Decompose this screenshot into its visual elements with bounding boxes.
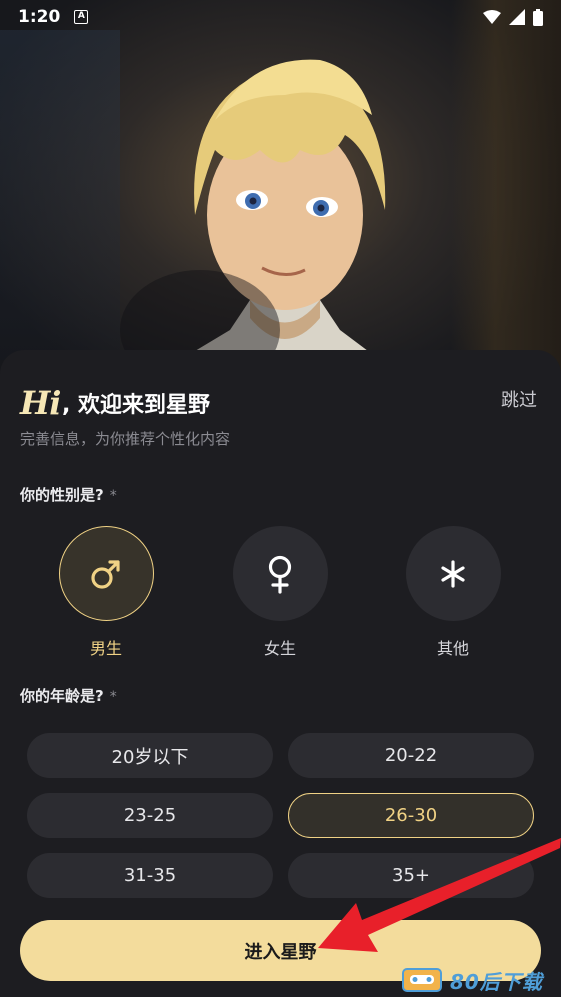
page-title: , 欢迎来到星野: [62, 393, 211, 418]
gender-label: 其他: [436, 639, 469, 658]
age-option-26-30[interactable]: 26-30: [288, 793, 534, 838]
age-option-23-25[interactable]: 23-25: [27, 793, 273, 838]
gender-option-other[interactable]: 其他: [405, 526, 501, 659]
female-icon: [268, 555, 292, 594]
gender-section-label: 你的性别是? *: [20, 484, 117, 505]
status-bar: 1:20 A: [0, 0, 561, 34]
gender-option-male[interactable]: 男生: [58, 526, 154, 659]
gender-label: 男生: [89, 639, 122, 658]
male-icon: [91, 559, 120, 589]
signal-icon: [509, 9, 525, 25]
gender-option-female[interactable]: 女生: [232, 526, 328, 659]
status-icons: [483, 8, 543, 26]
page-subtitle: 完善信息，为你推荐个性化内容: [20, 430, 231, 448]
asterisk-icon: [441, 559, 465, 588]
age-option-under-20[interactable]: 20岁以下: [27, 733, 273, 778]
required-mark: *: [109, 488, 117, 504]
skip-button[interactable]: 跳过: [501, 386, 537, 412]
notification-a-icon: A: [74, 10, 89, 24]
age-section-label: 你的年龄是? *: [20, 685, 117, 706]
gender-question: 你的性别是?: [20, 486, 104, 504]
battery-icon: [533, 8, 543, 26]
gender-circle[interactable]: [405, 526, 501, 621]
watermark: 80后下载: [402, 965, 561, 995]
gender-label: 女生: [263, 639, 296, 658]
status-time: 1:20: [18, 7, 61, 27]
cassette-icon: [402, 968, 442, 992]
character-portrait: [120, 59, 386, 390]
age-question: 你的年龄是?: [20, 687, 104, 705]
age-option-20-22[interactable]: 20-22: [288, 733, 534, 778]
wifi-icon: [483, 10, 501, 24]
required-mark: *: [109, 689, 117, 705]
age-option-35-plus[interactable]: 35+: [288, 853, 534, 898]
gender-circle[interactable]: [232, 526, 328, 621]
hi-logo: Hi: [20, 384, 61, 422]
watermark-text: 80后下载: [450, 969, 543, 994]
age-option-31-35[interactable]: 31-35: [27, 853, 273, 898]
hero-illustration: [0, 0, 561, 400]
gender-circle[interactable]: [58, 526, 154, 621]
